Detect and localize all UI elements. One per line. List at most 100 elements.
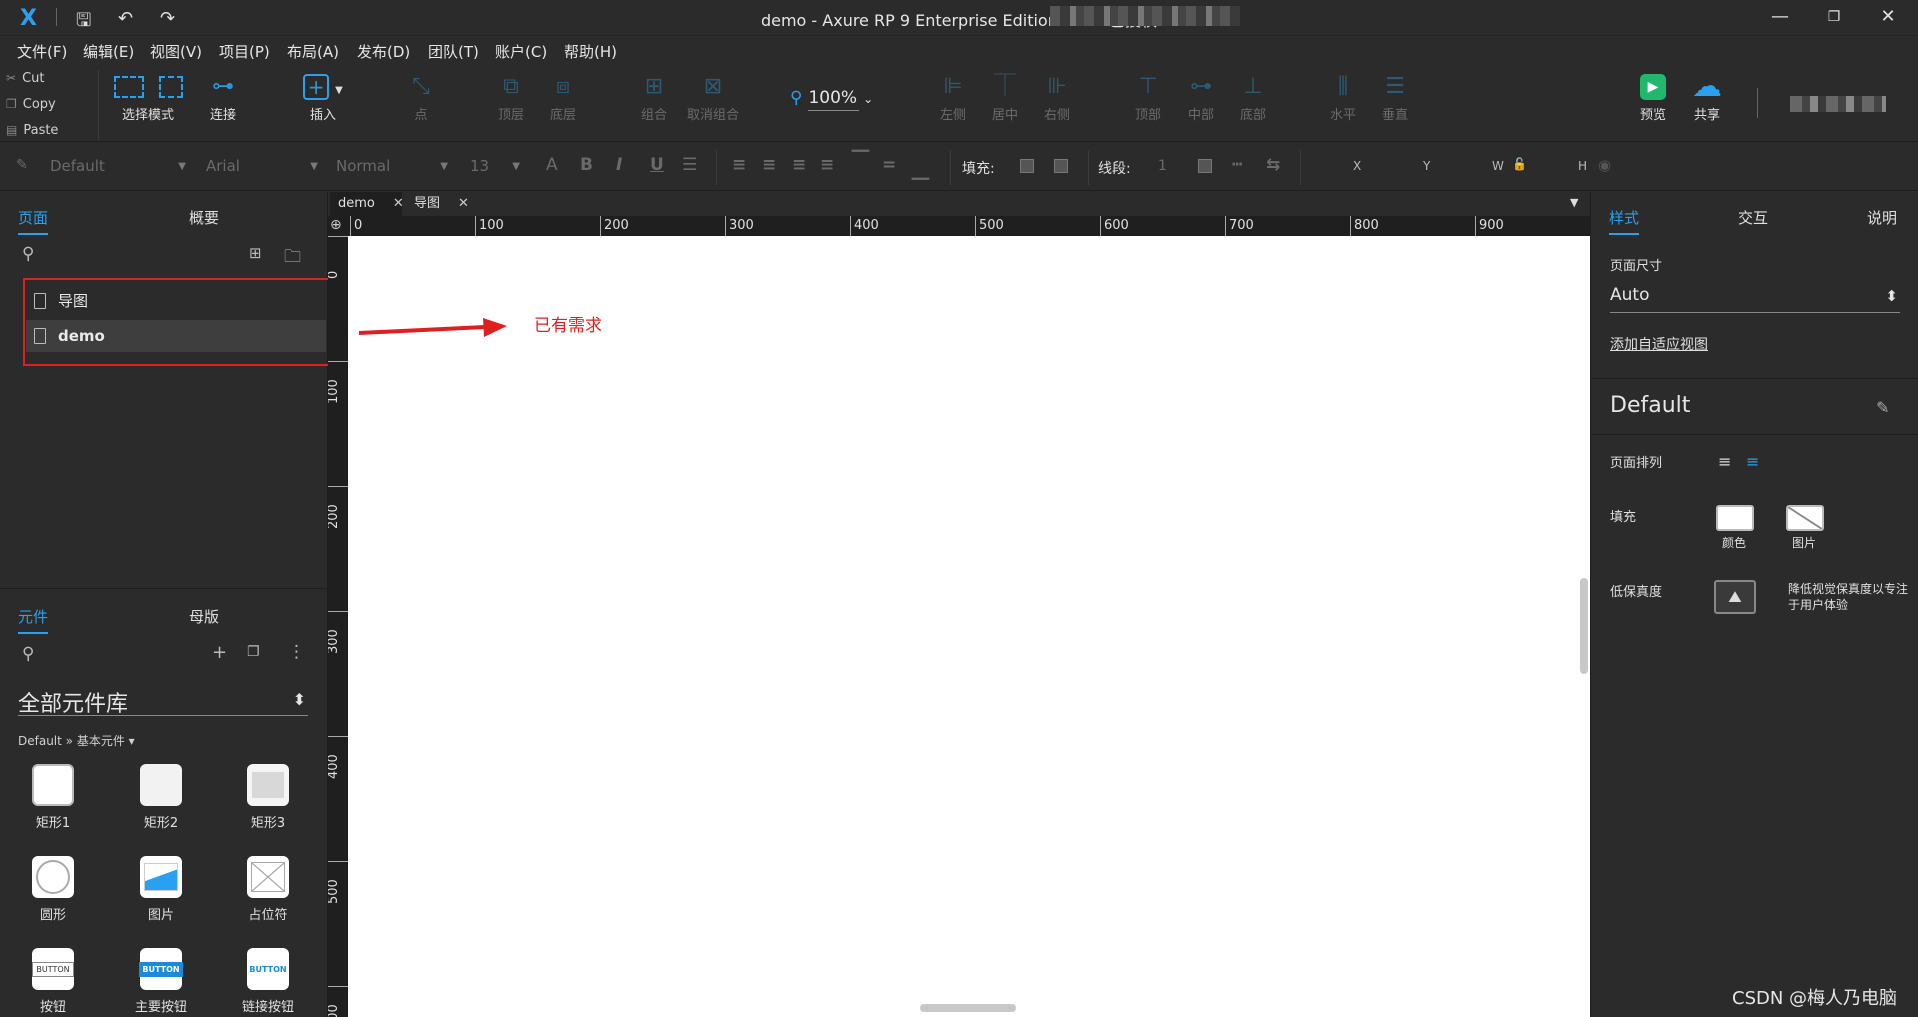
align-page-left-icon[interactable]: ≡ (1718, 452, 1731, 471)
tab-masters[interactable]: 母版 (189, 606, 219, 627)
library-manage-icon[interactable]: ❐ (247, 644, 260, 660)
paste-button[interactable]: ▤ Paste (6, 123, 58, 138)
page-size-value: Auto (1610, 285, 1650, 305)
widget-rectangle-2[interactable]: 矩形2 (121, 764, 201, 831)
align-text-right-icon[interactable]: ≡ (792, 155, 806, 175)
close-tab-icon[interactable]: ✕ (458, 196, 469, 211)
align-text-center-icon[interactable]: ≡ (762, 155, 776, 175)
widget-rectangle-1[interactable]: 矩形1 (13, 764, 93, 831)
bold-icon[interactable]: B (580, 155, 593, 175)
edit-style-icon[interactable]: ✎ (1876, 398, 1889, 417)
stroke-color-swatch[interactable] (1198, 159, 1212, 173)
restore-icon[interactable]: ❐ (1822, 9, 1846, 25)
widget-primary-button[interactable]: BUTTON 主要按钮 (121, 948, 201, 1015)
stroke-width-input[interactable]: 1 (1158, 158, 1167, 174)
horizontal-scrollbar[interactable] (920, 1004, 1016, 1012)
italic-icon[interactable]: I (616, 155, 622, 175)
search-icon[interactable]: ⚲ (22, 244, 34, 264)
menu-edit[interactable]: 编辑(E) (83, 41, 134, 62)
menu-help[interactable]: 帮助(H) (564, 41, 617, 62)
menu-account[interactable]: 账户(C) (495, 41, 547, 62)
page-size-select[interactable]: Auto ⬍ (1610, 285, 1900, 313)
vertical-scrollbar[interactable] (1580, 578, 1588, 674)
stroke-pattern-icon[interactable]: ┅ (1232, 155, 1242, 175)
add-library-icon[interactable]: + (212, 642, 227, 663)
add-page-icon[interactable]: ⊞ (249, 244, 262, 262)
distribute-vertical-button[interactable]: ☰ 垂直 (1360, 70, 1430, 123)
zoom-select[interactable]: ⚲ 100% ⌄ (790, 88, 873, 111)
library-value: 全部元件库 (18, 692, 129, 717)
widget-link-button[interactable]: BUTTON 链接按钮 (228, 948, 308, 1015)
menu-project[interactable]: 项目(P) (219, 41, 270, 62)
fill-color-swatch[interactable] (1020, 159, 1034, 173)
menu-publish[interactable]: 发布(D) (357, 41, 410, 62)
search-icon[interactable]: ⚲ (22, 644, 34, 664)
insert-button[interactable]: + ▼ 插入 (288, 70, 358, 123)
library-select[interactable]: 全部元件库 ⬍ (18, 686, 308, 717)
widget-button[interactable]: BUTTON 按钮 (13, 948, 93, 1015)
align-right-button[interactable]: ⊪ 右侧 (1022, 70, 1092, 123)
close-icon[interactable]: ✕ (1876, 6, 1900, 27)
font-size-dropdown[interactable]: 13 ▼ (470, 157, 520, 175)
widget-image[interactable]: 图片 (121, 856, 201, 923)
low-fidelity-toggle-icon[interactable]: ⛰ (1714, 580, 1756, 614)
visibility-eye-icon[interactable]: ◉ (1598, 156, 1611, 174)
design-canvas[interactable] (348, 236, 1590, 1017)
copy-button[interactable]: ❐ Copy (6, 97, 56, 112)
style-edit-icon[interactable]: ✎ (16, 157, 28, 173)
valign-bottom-icon[interactable]: ⎽ (912, 161, 929, 181)
window-title: demo - Axure RP 9 Enterprise Edition : 1… (760, 11, 1158, 30)
tab-demo[interactable]: demo ✕ (330, 192, 404, 216)
align-right-icon: ⊪ (1047, 74, 1067, 99)
fill-color-swatch[interactable] (1716, 505, 1754, 531)
tab-widgets[interactable]: 元件 (18, 606, 49, 634)
ungroup-button[interactable]: ⊠ 取消组合 (678, 70, 748, 123)
chevron-down-icon: ▼ (440, 161, 448, 172)
share-button[interactable]: ☁ 共享 (1672, 70, 1742, 124)
tab-style[interactable]: 样式 (1609, 207, 1640, 235)
valign-top-icon[interactable]: ⎺ (852, 149, 869, 169)
close-tab-icon[interactable]: ✕ (393, 196, 404, 211)
font-dropdown[interactable]: Arial ▼ (206, 157, 318, 175)
tab-overflow-icon[interactable]: ▼ (1570, 196, 1578, 209)
valign-middle-icon[interactable]: = (882, 155, 896, 175)
tab-outline[interactable]: 概要 (189, 207, 219, 228)
connect-button[interactable]: ⊶ 连接 (188, 70, 258, 123)
add-folder-icon[interactable]: 🗀 (284, 244, 301, 273)
menu-view[interactable]: 视图(V) (150, 41, 202, 62)
tab-daotu[interactable]: 导图 ✕ (406, 192, 478, 216)
widget-placeholder[interactable]: 占位符 (228, 856, 308, 923)
align-text-justify-icon[interactable]: ≡ (820, 155, 834, 175)
underline-icon[interactable]: U (650, 155, 664, 175)
point-button[interactable]: ⤡ 点 (386, 70, 456, 123)
bullet-list-icon[interactable]: ☰ (682, 155, 697, 175)
tab-notes[interactable]: 说明 (1867, 207, 1897, 228)
align-text-left-icon[interactable]: ≡ (732, 155, 746, 175)
menu-team[interactable]: 团队(T) (428, 41, 479, 62)
minimize-icon[interactable]: — (1768, 6, 1792, 27)
bottom-layer-button[interactable]: ⧈ 底层 (528, 70, 598, 123)
more-options-icon[interactable]: ⋮ (288, 642, 305, 662)
menu-layout[interactable]: 布局(A) (287, 41, 339, 62)
style-dropdown[interactable]: Default ▼ (50, 157, 186, 175)
menu-file[interactable]: 文件(F) (17, 41, 67, 62)
text-color-icon[interactable]: A (546, 155, 558, 175)
fill-image-swatch[interactable] (1786, 505, 1824, 531)
library-path[interactable]: Default » 基本元件 ▾ (18, 732, 135, 749)
shadow-swatch[interactable] (1054, 159, 1068, 173)
add-adaptive-view-link[interactable]: 添加自适应视图 (1610, 334, 1708, 354)
widget-circle[interactable]: 圆形 (13, 856, 93, 923)
lock-icon[interactable]: 🔓 (1512, 157, 1527, 171)
cut-button[interactable]: ✂ Cut (6, 71, 44, 86)
widget-rectangle-3[interactable]: 矩形3 (228, 764, 308, 831)
tab-interaction[interactable]: 交互 (1738, 207, 1768, 228)
format-divider (1088, 151, 1089, 185)
arrow-style-icon[interactable]: ⇆ (1266, 155, 1280, 175)
tab-pages[interactable]: 页面 (18, 207, 49, 235)
font-weight-dropdown[interactable]: Normal ▼ (336, 157, 448, 175)
select-mode-button[interactable]: 选择模式 (113, 70, 183, 123)
align-page-center-icon[interactable]: ≡ (1746, 452, 1759, 471)
send-to-back-icon: ⧈ (556, 74, 570, 99)
align-bottom-button[interactable]: ⊥ 底部 (1218, 70, 1288, 123)
stroke-label: 线段: (1098, 161, 1131, 177)
